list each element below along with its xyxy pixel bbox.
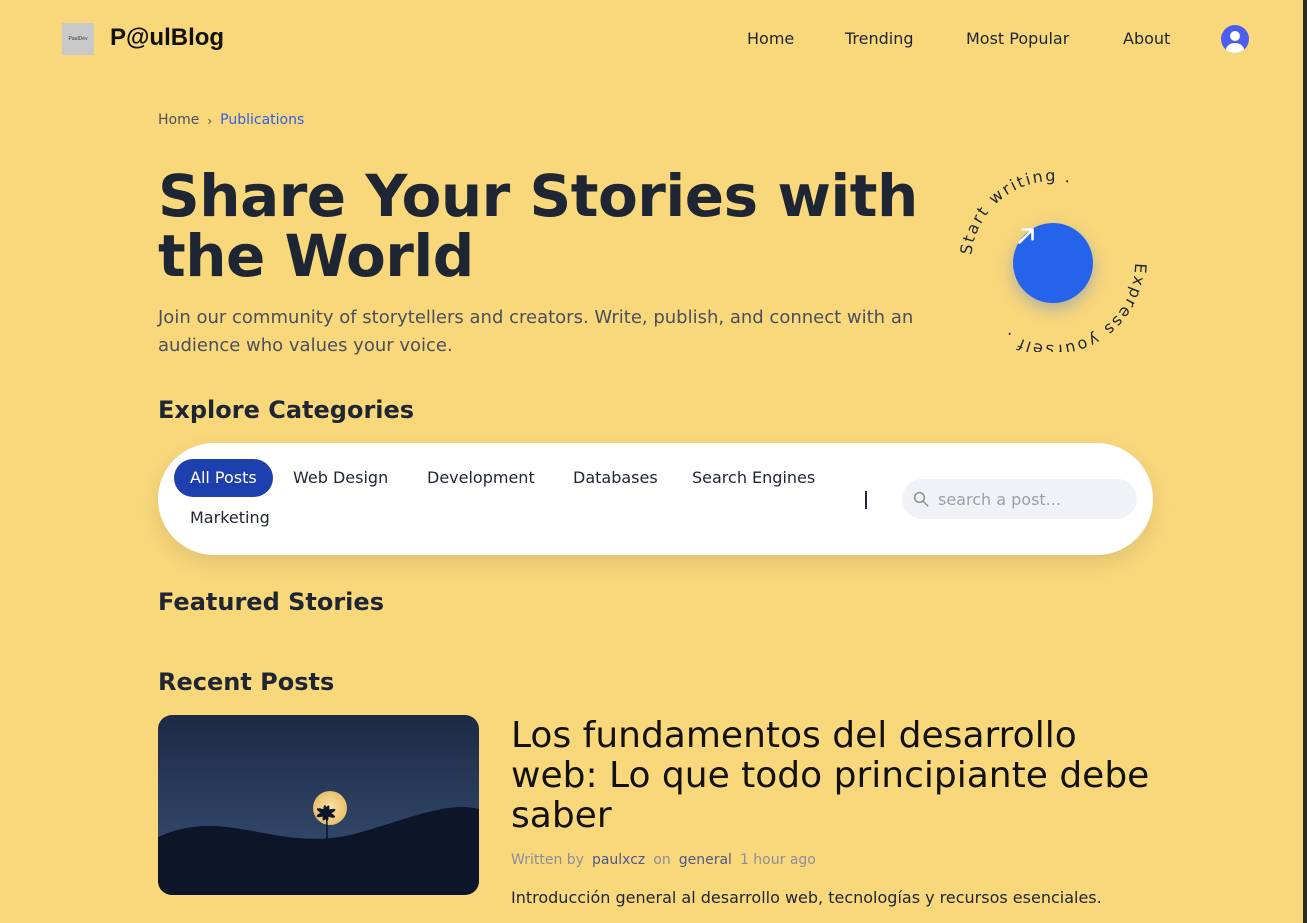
nav-trending[interactable]: Trending (845, 29, 914, 48)
search-box[interactable] (902, 479, 1137, 519)
start-writing-badge: Start writing . Express yourself . (953, 172, 1153, 352)
nav-home[interactable]: Home (747, 29, 794, 48)
post-title[interactable]: Los fundamentos del desarrollo web: Lo q… (511, 716, 1151, 836)
categories-heading: Explore Categories (158, 396, 415, 424)
featured-heading: Featured Stories (158, 588, 384, 616)
breadcrumb-separator: › (207, 114, 213, 128)
hero-title: Share Your Stories with the World (158, 162, 918, 290)
category-all-posts[interactable]: All Posts (174, 459, 273, 497)
category-development[interactable]: Development (411, 459, 551, 497)
arrow-up-right-icon (1018, 228, 1034, 244)
site-header: PaulDev P@ulBlog Home Trending Most Popu… (0, 0, 1303, 78)
post-meta: Written by paulxcz on general 1 hour ago (511, 852, 816, 868)
recent-heading: Recent Posts (158, 668, 335, 696)
nav-most-popular[interactable]: Most Popular (966, 29, 1069, 48)
written-by-label: Written by (511, 852, 584, 868)
post-thumbnail-image (158, 715, 479, 895)
search-input[interactable] (938, 479, 1128, 519)
divider (865, 491, 867, 509)
category-search-engines[interactable]: Search Engines (676, 459, 831, 497)
search-icon (913, 491, 929, 507)
breadcrumb: Home › Publications (158, 112, 304, 130)
category-marketing[interactable]: Marketing (174, 499, 286, 537)
hero-subtitle: Join our community of storytellers and c… (158, 307, 914, 356)
on-label: on (653, 852, 671, 868)
post-time: 1 hour ago (739, 852, 816, 868)
category-databases[interactable]: Databases (557, 459, 674, 497)
categories-panel: All Posts Web Design Development Databas… (158, 443, 1153, 555)
start-writing-button[interactable] (1013, 223, 1093, 303)
post-category-link[interactable]: general (679, 852, 732, 868)
user-avatar-icon[interactable] (1221, 25, 1249, 53)
breadcrumb-current[interactable]: Publications (220, 112, 304, 130)
post-excerpt: Introducción general al desarrollo web, … (511, 888, 1102, 907)
breadcrumb-home[interactable]: Home (158, 112, 199, 130)
page-scrollbar[interactable] (1303, 0, 1307, 923)
post-author-link[interactable]: paulxcz (592, 852, 645, 868)
main-nav: Home Trending Most Popular About (0, 29, 1303, 49)
nav-about[interactable]: About (1123, 29, 1170, 48)
post-thumbnail[interactable] (158, 715, 479, 895)
category-web-design[interactable]: Web Design (277, 459, 404, 497)
